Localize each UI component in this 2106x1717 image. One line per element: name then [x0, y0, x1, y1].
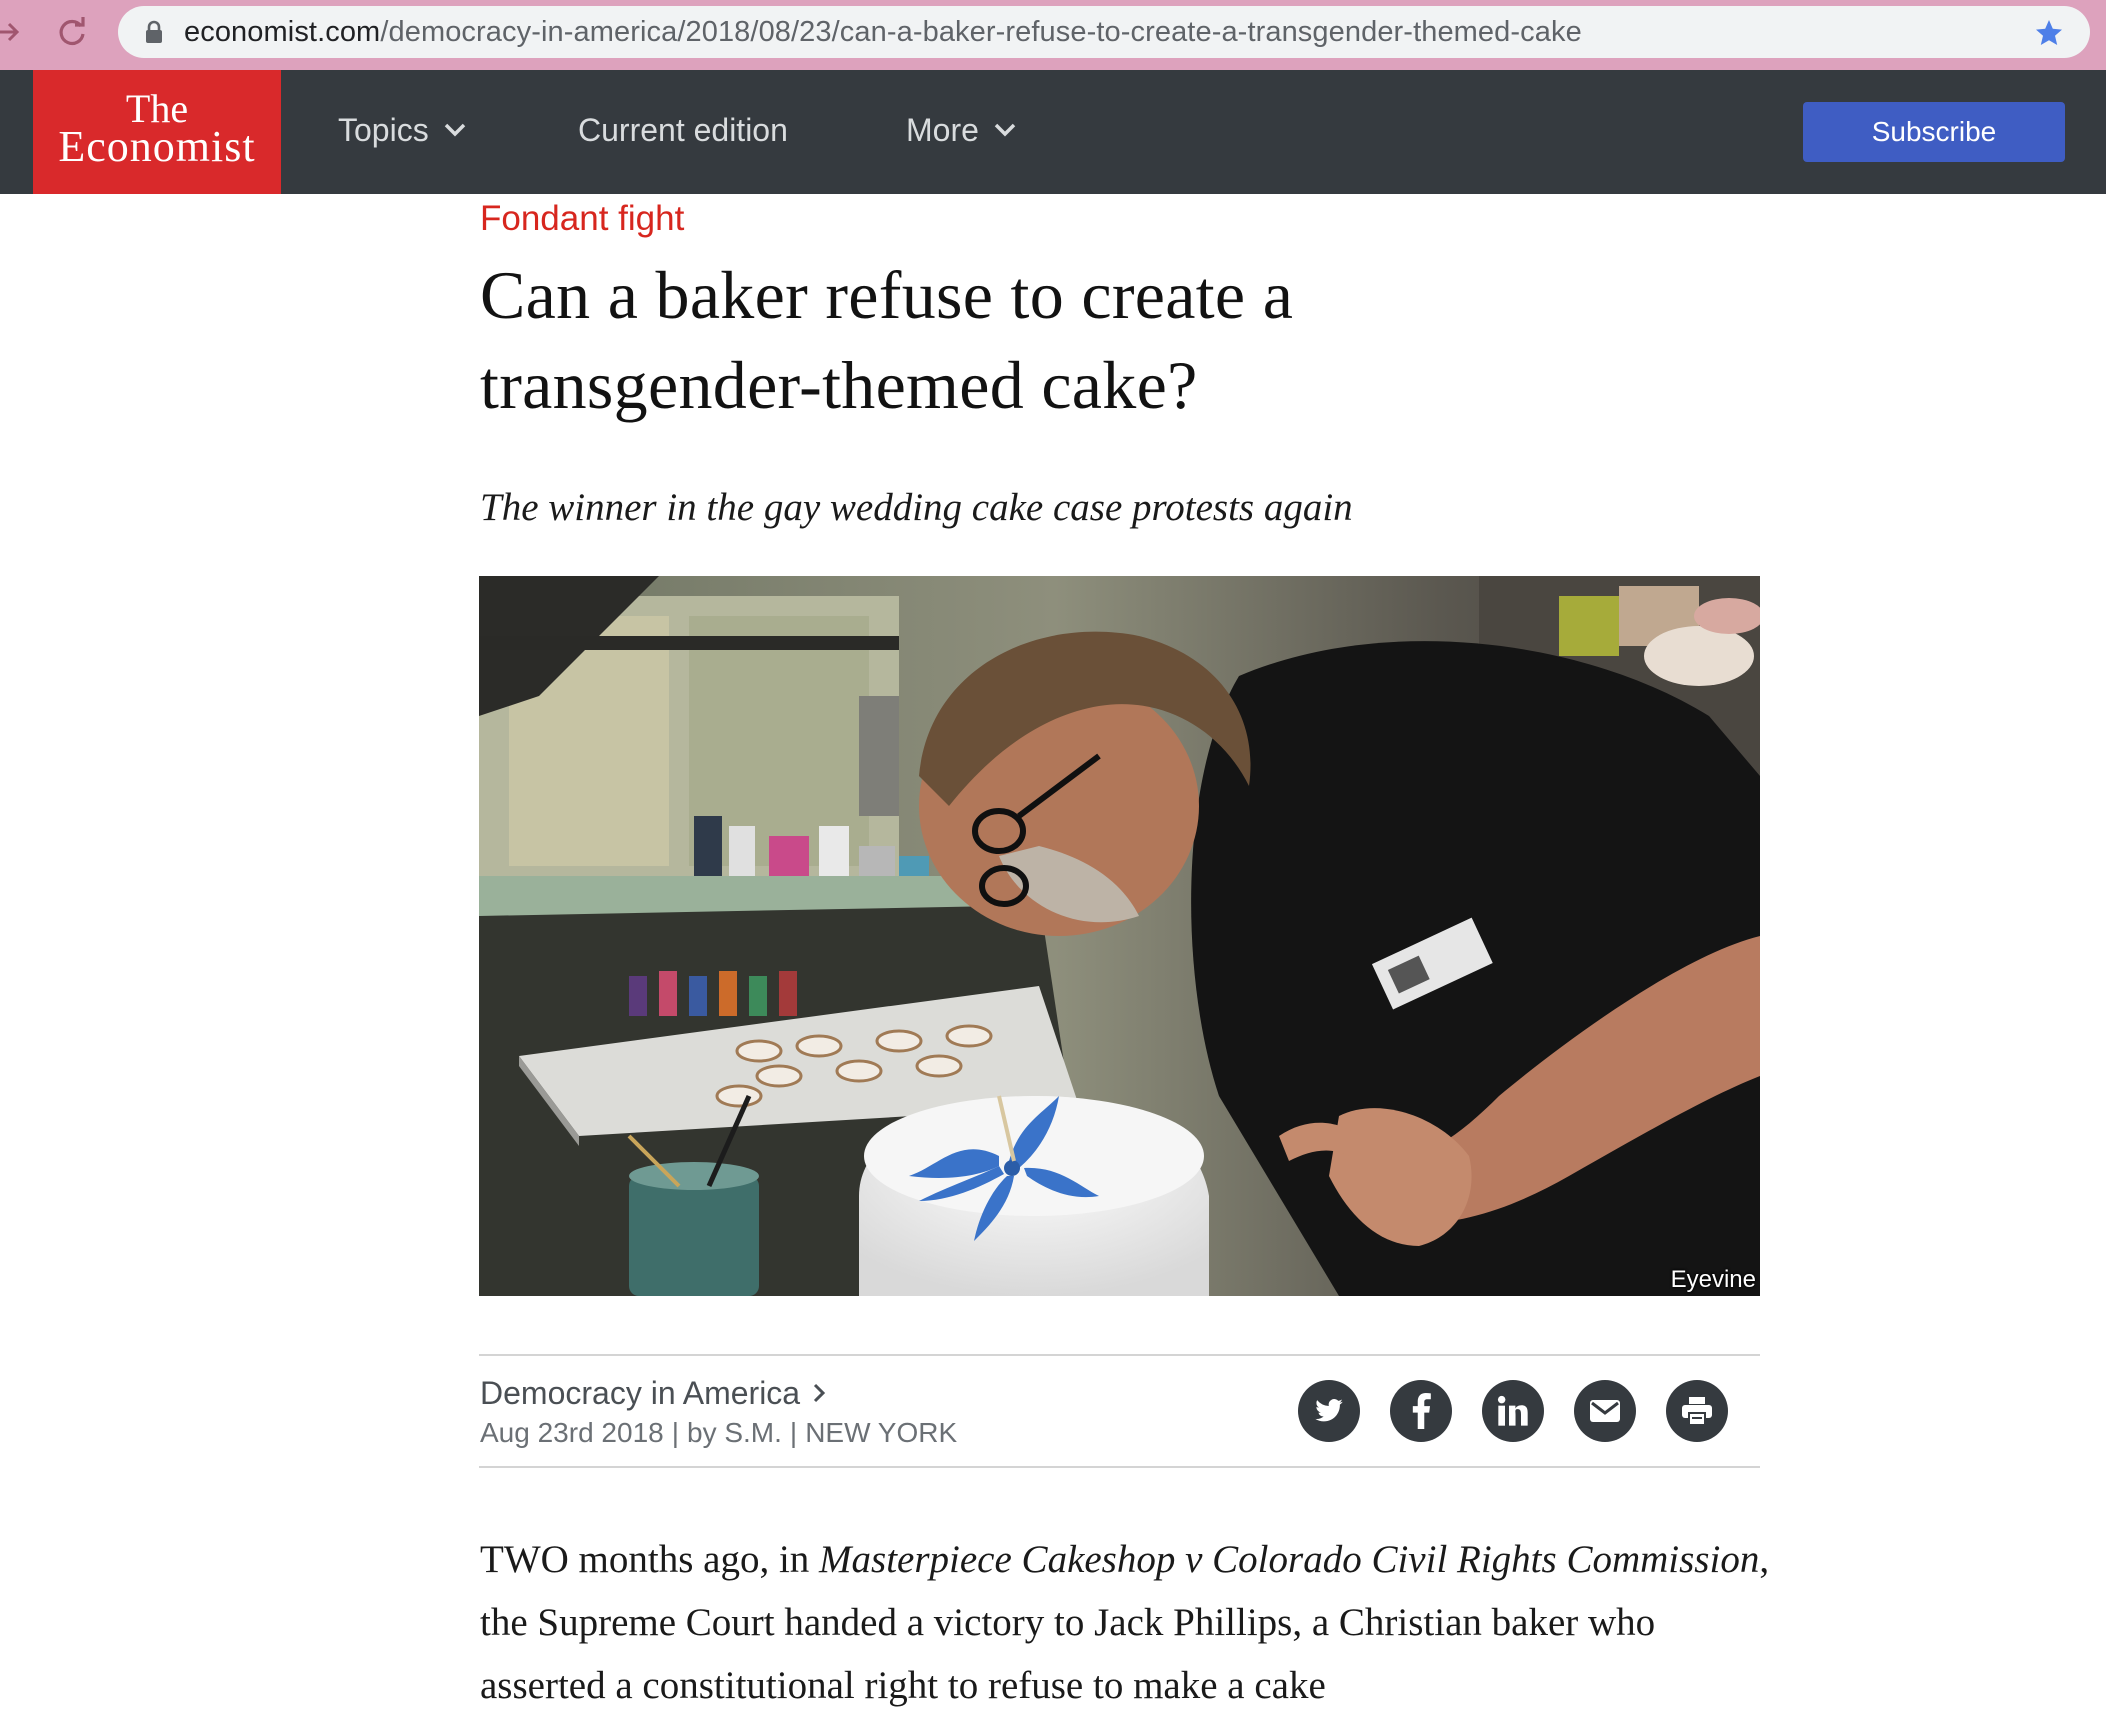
share-buttons — [1298, 1380, 1728, 1442]
address-bar[interactable]: economist.com/democracy-in-america/2018/… — [118, 6, 2090, 58]
baker-photo — [479, 576, 1760, 1296]
section-name: Democracy in America — [480, 1375, 801, 1411]
image-credit: Eyevine — [1670, 1266, 1756, 1293]
share-twitter-button[interactable] — [1298, 1380, 1360, 1442]
share-facebook-button[interactable] — [1390, 1380, 1452, 1442]
nav-current-edition-label: Current edition — [578, 112, 788, 148]
economist-logo[interactable]: The Economist — [33, 70, 281, 194]
site-header: The Economist Topics Current edition Mor… — [0, 70, 2106, 194]
logo-line-2: Economist — [58, 122, 256, 171]
email-icon — [1590, 1400, 1620, 1422]
reload-button[interactable] — [50, 10, 94, 54]
bookmark-star-icon[interactable] — [2034, 18, 2064, 48]
section-link[interactable]: Democracy in America — [480, 1372, 826, 1414]
headline-line-1: Can a baker refuse to create a — [480, 257, 1294, 333]
reload-icon — [59, 17, 85, 46]
chevron-down-icon — [444, 123, 465, 137]
separator: | — [789, 1417, 798, 1448]
subscribe-button[interactable]: Subscribe — [1803, 102, 2065, 162]
article-headline: Can a baker refuse to create a transgend… — [480, 250, 1780, 430]
article-subheadline: The winner in the gay wedding cake case … — [480, 486, 1353, 529]
share-linkedin-button[interactable] — [1482, 1380, 1544, 1442]
article-location: NEW YORK — [805, 1417, 958, 1448]
nav-current-edition[interactable]: Current edition — [578, 110, 788, 150]
lock-icon — [146, 20, 162, 43]
article-body-paragraph: TWO months ago, in Masterpiece Cakeshop … — [480, 1528, 1780, 1717]
chevron-right-icon — [814, 1383, 826, 1403]
case-name: Masterpiece Cakeshop v Colorado Civil Ri… — [819, 1538, 1760, 1581]
nav-more[interactable]: More — [906, 110, 1017, 150]
browser-toolbar: economist.com/democracy-in-america/2018/… — [0, 0, 2106, 70]
article-hero-image: Eyevine — [479, 576, 1760, 1296]
nav-topics-label: Topics — [338, 112, 429, 148]
share-email-button[interactable] — [1574, 1380, 1636, 1442]
twitter-icon — [1315, 1399, 1343, 1422]
body-text-start: TWO months ago, in — [480, 1538, 820, 1581]
print-icon — [1682, 1397, 1712, 1426]
separator: | — [671, 1417, 679, 1448]
dateline: Aug 23rd 2018 | by S.M. | NEW YORK — [480, 1414, 957, 1452]
divider-top — [479, 1354, 1760, 1356]
linkedin-icon — [1497, 1395, 1528, 1426]
url-text: economist.com/democracy-in-america/2018/… — [184, 16, 1582, 48]
divider-bottom — [479, 1466, 1760, 1468]
forward-button[interactable] — [0, 10, 30, 54]
article-date: Aug 23rd 2018 — [480, 1417, 664, 1448]
nav-topics[interactable]: Topics — [338, 110, 467, 150]
article-byline: by S.M. — [687, 1417, 782, 1448]
headline-line-2: transgender-themed cake? — [480, 347, 1198, 423]
share-print-button[interactable] — [1666, 1380, 1728, 1442]
arrow-right-icon — [0, 22, 20, 42]
url-path: /democracy-in-america/2018/08/23/can-a-b… — [380, 16, 1582, 48]
article-rubric: Fondant fight — [480, 199, 685, 238]
url-host: economist.com — [184, 16, 381, 48]
chevron-down-icon — [994, 123, 1016, 137]
nav-more-label: More — [906, 112, 979, 148]
facebook-icon — [1412, 1393, 1431, 1429]
